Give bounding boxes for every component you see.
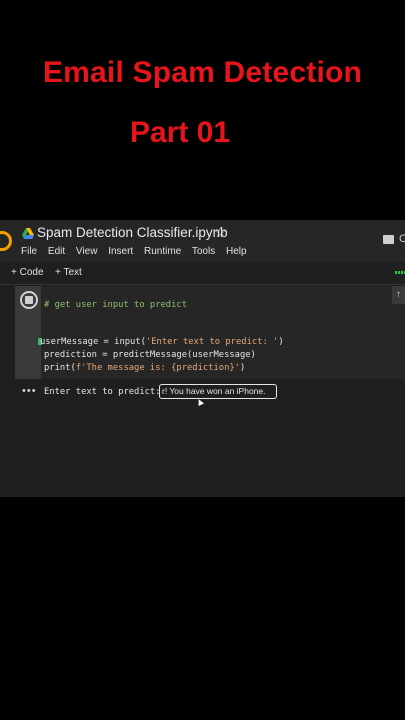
menu-file[interactable]: File [21, 246, 37, 257]
output-menu-icon[interactable]: ••• [22, 385, 37, 397]
cell-arrow-up-icon[interactable]: ↑ [392, 286, 405, 304]
stdin-input-field[interactable]: r! You have won an iPhone. [159, 384, 277, 399]
cell-gutter [15, 286, 41, 379]
colab-header: Spam Detection Classifier.ipynb ☆ File E… [0, 220, 405, 262]
star-icon[interactable]: ☆ [214, 224, 227, 241]
connection-status-icon[interactable] [395, 271, 405, 274]
menu-bar: File Edit View Insert Runtime Tools Help [21, 246, 255, 257]
menu-tools[interactable]: Tools [192, 246, 215, 257]
add-code-button[interactable]: + Code [11, 267, 44, 278]
video-title-line2: Part 01 [129, 116, 231, 149]
stop-run-icon[interactable] [20, 291, 38, 309]
code-cell[interactable]: # get user input to predict userMessage … [15, 286, 405, 379]
comment-icon[interactable] [383, 235, 394, 244]
code-line-2: prediction = predictMessage(userMessage) [44, 350, 256, 360]
code-editor[interactable]: # get user input to predict userMessage … [40, 286, 284, 373]
output-prompt: Enter text to predict: [44, 387, 161, 397]
mouse-pointer-icon [196, 398, 204, 406]
code-line-3: print(f'The message is: {prediction}') [44, 363, 246, 373]
menu-view[interactable]: View [76, 246, 98, 257]
google-drive-icon [22, 228, 34, 239]
menu-edit[interactable]: Edit [48, 246, 65, 257]
code-comment: # get user input to predict [44, 300, 187, 310]
notebook-title[interactable]: Spam Detection Classifier.ipynb [37, 225, 228, 240]
menu-help[interactable]: Help [226, 246, 247, 257]
add-text-button[interactable]: + Text [55, 267, 82, 278]
colab-logo-icon[interactable] [0, 231, 12, 251]
comment-button-label[interactable]: C [399, 233, 405, 245]
menu-runtime[interactable]: Runtime [144, 246, 181, 257]
notebook-toolbar: + Code + Text [0, 262, 405, 285]
video-title-line1: Email Spam Detection [42, 56, 363, 89]
code-line-1: userMessage = input('Enter text to predi… [40, 337, 284, 347]
colab-window: Spam Detection Classifier.ipynb ☆ File E… [0, 220, 405, 497]
menu-insert[interactable]: Insert [108, 246, 133, 257]
